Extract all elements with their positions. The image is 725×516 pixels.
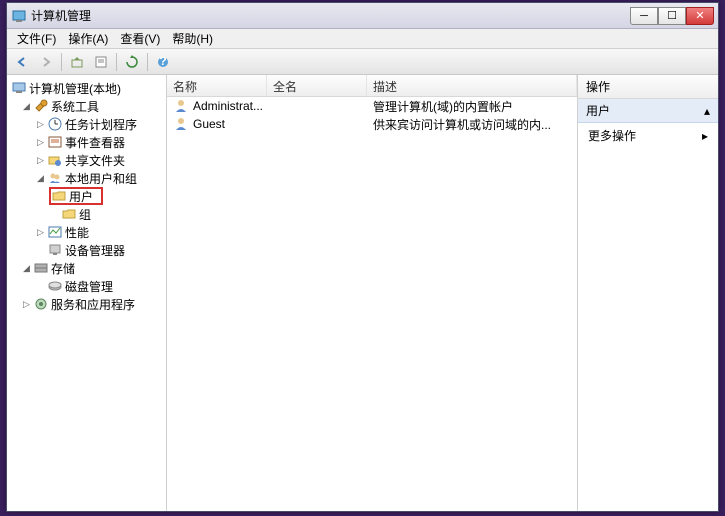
computer-icon — [11, 80, 27, 96]
help-button[interactable]: ? — [152, 51, 174, 73]
event-icon — [47, 134, 63, 150]
tree-label: 组 — [79, 206, 91, 223]
tree-label: 设备管理器 — [65, 242, 125, 259]
toolbar-separator — [116, 53, 117, 71]
disk-icon — [47, 278, 63, 294]
device-icon — [47, 242, 63, 258]
user-desc: 供来宾访问计算机或访问域的内... — [367, 116, 577, 133]
menu-action[interactable]: 操作(A) — [62, 28, 114, 49]
user-row[interactable]: Administrat... 管理计算机(域)的内置帐户 — [167, 97, 577, 115]
tree-system-tools[interactable]: ◢ 系统工具 — [7, 97, 166, 115]
tree-device-manager[interactable]: 设备管理器 — [7, 241, 166, 259]
expand-icon[interactable]: ▷ — [35, 227, 46, 238]
menubar: 文件(F) 操作(A) 查看(V) 帮助(H) — [7, 29, 718, 49]
toolbar-separator — [147, 53, 148, 71]
tree-label: 存储 — [51, 260, 75, 277]
menu-view[interactable]: 查看(V) — [114, 28, 166, 49]
tree-storage[interactable]: ◢ 存储 — [7, 259, 166, 277]
expand-icon[interactable]: ▷ — [35, 155, 46, 166]
list-pane: 名称 全名 描述 Administrat...管理计算机(域)的内置帐户Gues… — [167, 75, 578, 511]
user-name: Administrat... — [193, 99, 263, 113]
up-button[interactable] — [66, 51, 88, 73]
tools-icon — [33, 98, 49, 114]
tree-label: 磁盘管理 — [65, 278, 113, 295]
client-area: 计算机管理(本地) ◢ 系统工具 ▷ 任务计划程序 ▷ 事件查看器 ▷ 共享文件… — [7, 75, 718, 511]
user-icon — [173, 116, 189, 132]
refresh-button[interactable] — [121, 51, 143, 73]
minimize-button[interactable]: ─ — [630, 7, 658, 25]
tree-label: 性能 — [65, 224, 89, 241]
svg-text:?: ? — [159, 55, 166, 68]
col-fullname[interactable]: 全名 — [267, 75, 367, 96]
actions-pane: 操作 用户 ▴ 更多操作 ▸ — [578, 75, 718, 511]
tree-local-users-groups[interactable]: ◢ 本地用户和组 — [7, 169, 166, 187]
menu-file[interactable]: 文件(F) — [11, 28, 62, 49]
navigation-tree[interactable]: 计算机管理(本地) ◢ 系统工具 ▷ 任务计划程序 ▷ 事件查看器 ▷ 共享文件… — [7, 75, 167, 511]
back-button[interactable] — [11, 51, 33, 73]
clock-icon — [47, 116, 63, 132]
tree-event-viewer[interactable]: ▷ 事件查看器 — [7, 133, 166, 151]
storage-icon — [33, 260, 49, 276]
close-button[interactable]: ✕ — [686, 7, 714, 25]
app-icon — [11, 8, 27, 24]
col-description[interactable]: 描述 — [367, 75, 577, 96]
tree-groups[interactable]: 组 — [7, 205, 166, 223]
tree-disk-management[interactable]: 磁盘管理 — [7, 277, 166, 295]
maximize-button[interactable]: ☐ — [658, 7, 686, 25]
tree-users[interactable]: 用户 — [49, 187, 103, 205]
more-actions[interactable]: 更多操作 ▸ — [578, 123, 718, 148]
collapse-icon[interactable]: ◢ — [21, 263, 32, 274]
expand-icon[interactable]: ▷ — [21, 299, 32, 310]
tree-task-scheduler[interactable]: ▷ 任务计划程序 — [7, 115, 166, 133]
col-name[interactable]: 名称 — [167, 75, 267, 96]
users-group-icon — [47, 170, 63, 186]
shared-icon — [47, 152, 63, 168]
folder-icon — [61, 206, 77, 222]
actions-header: 操作 — [578, 75, 718, 99]
tree-label: 服务和应用程序 — [51, 296, 135, 313]
user-name: Guest — [193, 117, 225, 131]
more-actions-label: 更多操作 — [588, 127, 636, 144]
forward-button[interactable] — [35, 51, 57, 73]
collapse-icon[interactable]: ◢ — [21, 101, 32, 112]
tree-performance[interactable]: ▷ 性能 — [7, 223, 166, 241]
toolbar: ? — [7, 49, 718, 75]
list-body[interactable]: Administrat... 管理计算机(域)的内置帐户 Guest 供来宾访问计算机… — [167, 97, 577, 511]
tree-label: 任务计划程序 — [65, 116, 137, 133]
tree-shared-folders[interactable]: ▷ 共享文件夹 — [7, 151, 166, 169]
tree-label: 用户 — [69, 188, 93, 205]
tree-root[interactable]: 计算机管理(本地) — [7, 79, 166, 97]
properties-button[interactable] — [90, 51, 112, 73]
titlebar[interactable]: 计算机管理 ─ ☐ ✕ — [7, 3, 718, 29]
window-title: 计算机管理 — [31, 7, 630, 24]
menu-help[interactable]: 帮助(H) — [166, 28, 219, 49]
expand-icon[interactable]: ▷ — [35, 119, 46, 130]
tree-label: 计算机管理(本地) — [29, 80, 121, 97]
collapse-icon[interactable]: ◢ — [35, 173, 46, 184]
folder-icon — [51, 188, 67, 204]
chevron-right-icon: ▸ — [702, 129, 708, 143]
user-icon — [173, 98, 189, 114]
actions-section[interactable]: 用户 ▴ — [578, 99, 718, 123]
tree-label: 事件查看器 — [65, 134, 125, 151]
tree-label: 系统工具 — [51, 98, 99, 115]
expand-icon[interactable]: ▷ — [35, 137, 46, 148]
user-row[interactable]: Guest 供来宾访问计算机或访问域的内... — [167, 115, 577, 133]
tree-services-apps[interactable]: ▷ 服务和应用程序 — [7, 295, 166, 313]
list-header: 名称 全名 描述 — [167, 75, 577, 97]
user-desc: 管理计算机(域)的内置帐户 — [367, 98, 577, 115]
actions-section-label: 用户 — [586, 102, 610, 119]
tree-label: 本地用户和组 — [65, 170, 137, 187]
performance-icon — [47, 224, 63, 240]
management-window: 计算机管理 ─ ☐ ✕ 文件(F) 操作(A) 查看(V) 帮助(H) ? 计算… — [6, 2, 719, 512]
tree-label: 共享文件夹 — [65, 152, 125, 169]
toolbar-separator — [61, 53, 62, 71]
chevron-up-icon: ▴ — [704, 104, 710, 118]
services-icon — [33, 296, 49, 312]
